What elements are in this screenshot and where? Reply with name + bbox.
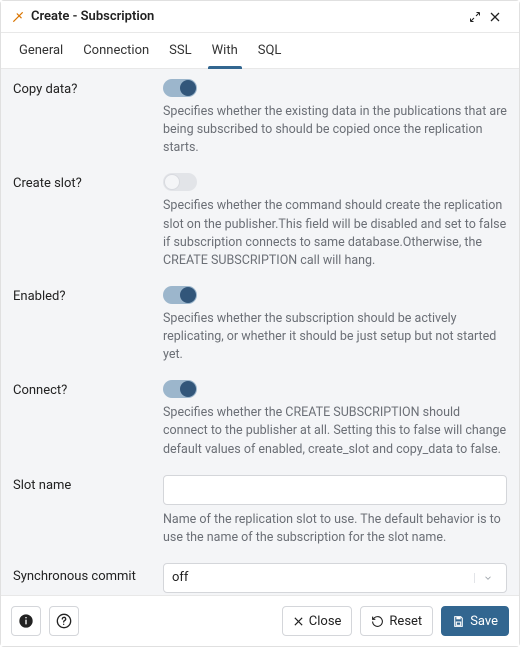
- close-button[interactable]: Close: [282, 606, 353, 636]
- enabled-help: Specifies whether the subscription shoul…: [13, 310, 507, 364]
- synchronous-commit-label: Synchronous commit: [13, 563, 163, 584]
- reset-icon: [371, 615, 384, 628]
- copy-data-label: Copy data?: [13, 79, 163, 97]
- tab-with[interactable]: With: [202, 33, 248, 69]
- synchronous-commit-value: off: [172, 570, 474, 585]
- slot-name-input[interactable]: [163, 475, 507, 505]
- copy-data-toggle[interactable]: [163, 79, 197, 97]
- reset-button[interactable]: Reset: [360, 606, 433, 636]
- create-slot-label: Create slot?: [13, 173, 163, 191]
- maximize-button[interactable]: [469, 11, 489, 23]
- close-window-button[interactable]: [489, 11, 509, 23]
- connect-label: Connect?: [13, 380, 163, 398]
- chevron-down-icon: [474, 573, 498, 583]
- titlebar: Create - Subscription: [1, 1, 519, 33]
- info-button[interactable]: [11, 606, 41, 636]
- help-button[interactable]: [49, 606, 79, 636]
- footer: Close Reset Save: [1, 595, 519, 646]
- connect-toggle[interactable]: [163, 380, 197, 398]
- form-body: Copy data? Specifies whether the existin…: [1, 69, 519, 595]
- tab-bar: General Connection SSL With SQL: [1, 33, 519, 69]
- synchronous-commit-select[interactable]: off: [163, 563, 507, 593]
- slot-name-help: Name of the replication slot to use. The…: [13, 511, 507, 547]
- save-label: Save: [470, 614, 498, 629]
- window-title: Create - Subscription: [31, 9, 469, 24]
- close-label: Close: [309, 614, 342, 629]
- tab-general[interactable]: General: [9, 33, 73, 69]
- reset-label: Reset: [389, 614, 422, 629]
- create-slot-help: Specifies whether the command should cre…: [13, 197, 507, 270]
- close-icon: [293, 616, 304, 627]
- copy-data-help: Specifies whether the existing data in t…: [13, 103, 507, 157]
- tab-sql[interactable]: SQL: [248, 33, 292, 69]
- slot-name-label: Slot name: [13, 475, 163, 493]
- save-button[interactable]: Save: [441, 606, 509, 636]
- enabled-toggle[interactable]: [163, 286, 197, 304]
- tab-connection[interactable]: Connection: [73, 33, 159, 69]
- enabled-label: Enabled?: [13, 286, 163, 304]
- tab-ssl[interactable]: SSL: [159, 33, 201, 69]
- create-slot-toggle: [163, 173, 197, 191]
- save-icon: [452, 615, 465, 628]
- connect-help: Specifies whether the CREATE SUBSCRIPTIO…: [13, 404, 507, 458]
- subscription-icon: [11, 10, 25, 24]
